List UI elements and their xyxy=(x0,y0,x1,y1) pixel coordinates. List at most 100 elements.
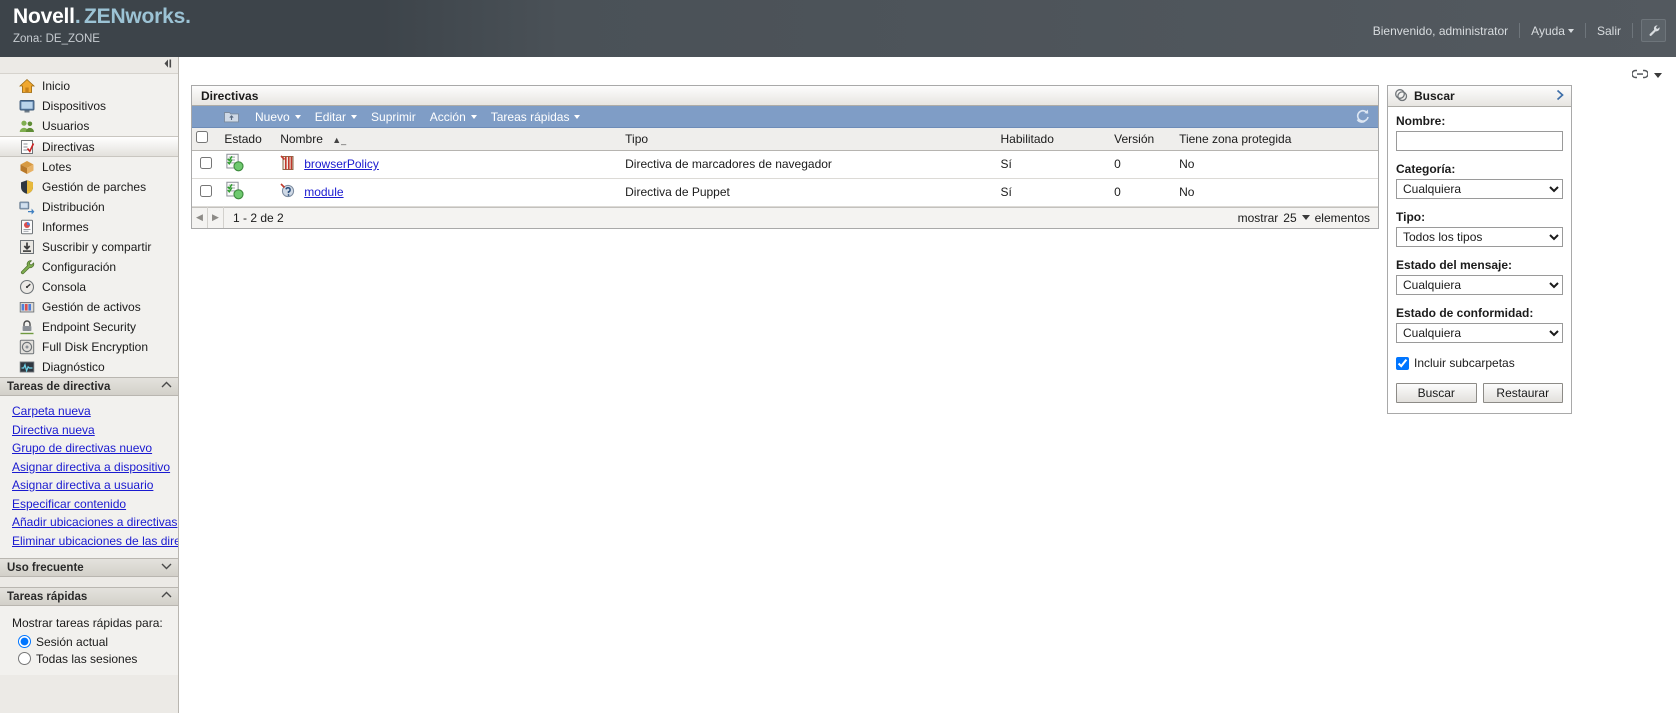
browser-bookmark-policy-icon xyxy=(280,154,296,174)
toolbar-item-label: Editar xyxy=(314,109,347,124)
toolbar-nuevo-button[interactable]: Nuevo xyxy=(248,110,308,124)
collapse-panel-icon[interactable] xyxy=(161,58,174,71)
policy-task-link[interactable]: Especificar contenido xyxy=(12,495,178,514)
sidebar-item-label: Inicio xyxy=(42,79,71,93)
search-field-label: Nombre: xyxy=(1396,114,1446,128)
table-row[interactable]: browserPolicy Directiva de marcadores de … xyxy=(192,150,1378,179)
policy-tasks-header[interactable]: Tareas de directiva xyxy=(0,377,178,396)
policy-task-link[interactable]: Asignar directiva a usuario xyxy=(12,476,178,495)
sidebar-collapse-bar xyxy=(0,57,178,74)
quick-task-option[interactable]: Sesión actual xyxy=(18,633,178,650)
primary-navigation: Inicio Dispositivos Usuarios Directivas Lote… xyxy=(0,74,178,377)
sidebar-item-informes[interactable]: Informes xyxy=(0,217,178,237)
policy-task-link[interactable]: Grupo de directivas nuevo xyxy=(12,439,178,458)
wrench-icon[interactable] xyxy=(1641,19,1666,42)
sidebar-item-usuarios[interactable]: Usuarios xyxy=(0,116,178,136)
sidebar-item-suscribir-y-compartir[interactable]: Suscribir y compartir xyxy=(0,237,178,257)
policy-task-link[interactable]: Añadir ubicaciones a directivas xyxy=(12,513,178,532)
toolbar-acci-n-button[interactable]: Acción xyxy=(423,110,484,124)
table-row[interactable]: module Directiva de Puppet Sí 0 No xyxy=(192,178,1378,207)
caret-down-icon[interactable] xyxy=(1654,72,1662,78)
sidebar-item-full-disk-encryption[interactable]: Full Disk Encryption xyxy=(0,337,178,357)
quick-task-option[interactable]: Todas las sesiones xyxy=(18,650,178,667)
sidebar-item-configuraci-n[interactable]: Configuración xyxy=(0,257,178,277)
policy-status-ok-icon xyxy=(224,181,246,204)
sidebar-item-label: Informes xyxy=(42,220,89,234)
row-habilitado-cell: Sí xyxy=(996,150,1111,179)
include-subfolders-checkbox[interactable] xyxy=(1396,356,1409,370)
restaurar-button[interactable]: Restaurar xyxy=(1482,383,1563,403)
row-checkbox[interactable] xyxy=(200,156,213,169)
toolbar-tareas-r-pidas-button[interactable]: Tareas rápidas xyxy=(484,110,588,124)
caret-down-icon xyxy=(351,114,358,119)
row-checkbox[interactable] xyxy=(200,184,213,197)
toolbar-suprimir-button[interactable]: Suprimir xyxy=(364,110,423,124)
row-tipo-cell: Directiva de Puppet xyxy=(621,178,997,207)
page-size-value[interactable]: 25 xyxy=(1283,211,1296,225)
policy-name-link[interactable]: browserPolicy xyxy=(304,157,379,171)
search-tipo-select[interactable]: Todos los tipos xyxy=(1396,227,1563,247)
policy-task-link[interactable]: Asignar directiva a dispositivo xyxy=(12,458,178,477)
include-subfolders-row[interactable]: Incluir subcarpetas xyxy=(1396,356,1563,370)
sidebar-item-distribuci-n[interactable]: Distribución xyxy=(0,197,178,217)
select-all-header xyxy=(192,128,221,151)
diagnostics-waveform-icon xyxy=(18,359,35,376)
policy-task-link[interactable]: Directiva nueva xyxy=(12,421,178,440)
panel-view-controls xyxy=(1631,68,1662,82)
chevron-up-icon[interactable] xyxy=(161,591,172,602)
chain-link-icon[interactable] xyxy=(1631,68,1649,82)
sidebar-item-directivas[interactable]: Directivas xyxy=(0,136,178,157)
row-habilitado-cell: Sí xyxy=(996,178,1111,207)
column-header-nombre[interactable]: Nombre ▲_ xyxy=(276,128,622,151)
search-estado-de-conformidad-select[interactable]: Cualquiera xyxy=(1396,323,1563,343)
select-all-checkbox[interactable] xyxy=(196,131,208,144)
policy-task-link[interactable]: Eliminar ubicaciones de las directivas xyxy=(12,532,178,551)
app-header: Novell. ZENworks. Zona: DE_ZONE Bienveni… xyxy=(0,0,1676,57)
chevron-down-icon[interactable] xyxy=(161,562,172,573)
column-header-habilitado[interactable]: Habilitado xyxy=(996,128,1111,151)
sidebar-item-label: Directivas xyxy=(42,139,95,154)
caret-down-icon xyxy=(470,114,477,119)
sidebar-item-consola[interactable]: Consola xyxy=(0,277,178,297)
disk-encryption-icon xyxy=(18,339,35,356)
sidebar-item-diagn-stico[interactable]: Diagnóstico xyxy=(0,357,178,377)
folder-up-icon[interactable] xyxy=(224,110,239,123)
column-header-estado[interactable]: Estado xyxy=(220,128,277,151)
toolbar-item-label: Acción xyxy=(429,109,466,124)
help-menu[interactable]: Ayuda xyxy=(1520,24,1585,38)
policy-status-ok-icon xyxy=(224,153,246,176)
logout-link[interactable]: Salir xyxy=(1586,24,1632,38)
quick-task-radio[interactable] xyxy=(18,652,31,665)
main-content: Directivas Nuevo Editar Suprimir Acción Tare… xyxy=(179,57,1676,713)
column-header-version[interactable]: Versión xyxy=(1110,128,1176,151)
policy-task-link[interactable]: Carpeta nueva xyxy=(12,402,178,421)
sidebar-item-dispositivos[interactable]: Dispositivos xyxy=(0,96,178,116)
search-nombre-input[interactable] xyxy=(1396,131,1563,151)
search-field-label: Estado de conformidad: xyxy=(1396,306,1534,320)
sidebar-item-gesti-n-de-parches[interactable]: Gestión de parches xyxy=(0,177,178,197)
quick-task-radio[interactable] xyxy=(18,635,31,648)
toolbar-editar-button[interactable]: Editar xyxy=(308,110,364,124)
caret-down-icon[interactable] xyxy=(1301,215,1310,220)
search-estado-del-mensaje-select[interactable]: Cualquiera xyxy=(1396,275,1563,295)
console-gauge-icon xyxy=(18,279,35,296)
sidebar-item-lotes[interactable]: Lotes xyxy=(0,157,178,177)
sidebar-item-inicio[interactable]: Inicio xyxy=(0,76,178,96)
buscar-button[interactable]: Buscar xyxy=(1396,383,1477,403)
policy-tasks-body: Carpeta nueva Directiva nueva Grupo de dir… xyxy=(0,396,178,558)
column-header-zona-protegida[interactable]: Tiene zona protegida xyxy=(1175,128,1378,151)
row-zona-protegida-cell: No xyxy=(1175,150,1378,179)
quick-tasks-header[interactable]: Tareas rápidas xyxy=(0,587,178,606)
chevron-up-icon[interactable] xyxy=(161,381,172,392)
refresh-icon[interactable] xyxy=(1354,108,1371,128)
column-header-tipo[interactable]: Tipo xyxy=(621,128,997,151)
sidebar-item-gesti-n-de-activos[interactable]: Gestión de activos xyxy=(0,297,178,317)
frequent-use-header[interactable]: Uso frecuente xyxy=(0,558,178,577)
next-page-icon[interactable]: ▶ xyxy=(208,207,224,228)
prev-page-icon[interactable]: ◀ xyxy=(192,207,208,228)
row-select-cell xyxy=(192,178,221,207)
search-categoría-select[interactable]: Cualquiera xyxy=(1396,179,1563,199)
chevron-right-icon[interactable] xyxy=(1555,89,1565,104)
sidebar-item-endpoint-security[interactable]: Endpoint Security xyxy=(0,317,178,337)
policy-name-link[interactable]: module xyxy=(304,185,343,199)
